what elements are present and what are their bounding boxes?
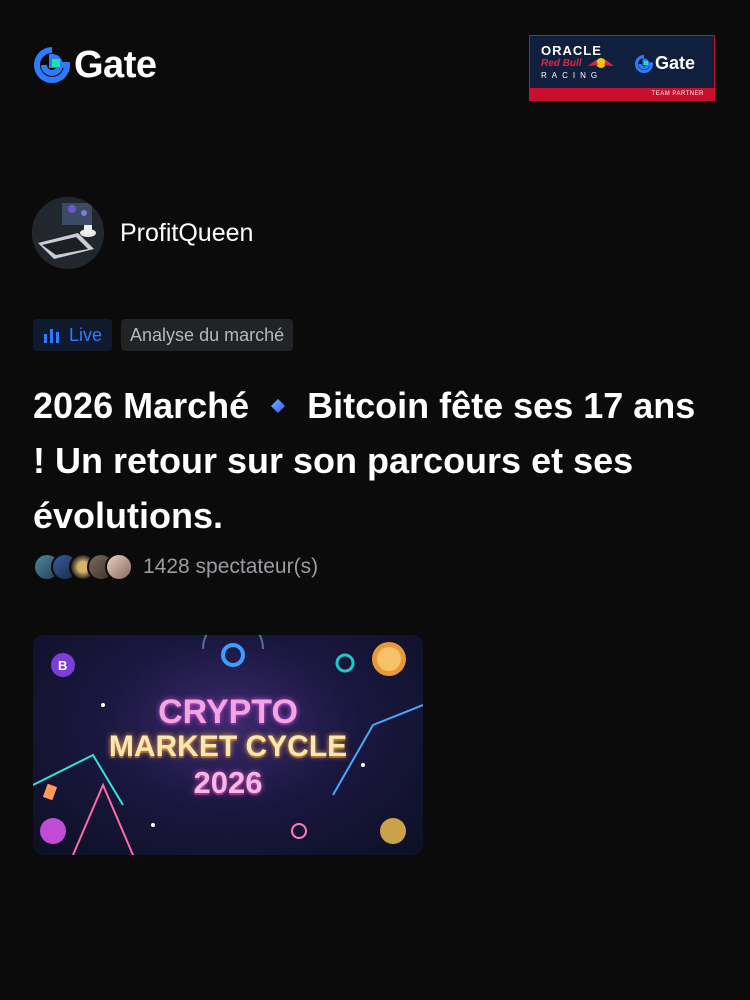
topic-tag[interactable]: Analyse du marché <box>121 319 294 351</box>
thumbnail-title-line2: MARKET CYCLE <box>108 730 348 763</box>
topic-tag-label: Analyse du marché <box>130 324 285 345</box>
gate-logo-icon <box>635 54 653 73</box>
partner-redbull-text: Red Bull <box>541 58 582 69</box>
live-tag-label: Live <box>69 324 103 345</box>
thumbnail-title-line1: CRYPTO <box>158 693 298 731</box>
partner-footer: TEAM PARTNER <box>530 88 714 100</box>
viewers-count: 1428 spectateur(s) <box>143 555 319 578</box>
diamond-icon <box>271 399 286 414</box>
partner-gate-text: Gate <box>655 53 696 73</box>
red-bull-icon <box>588 58 614 68</box>
partner-racing-text: RACING <box>541 71 603 80</box>
post-title[interactable]: 2026 Marché Bitcoin fête ses 17 ans ! Un … <box>33 378 703 543</box>
viewer-avatar <box>105 553 133 581</box>
thumbnail-title-line3: 2026 <box>193 765 263 800</box>
post-title-part1: 2026 Marché <box>33 385 250 426</box>
viewers-row: 1428 spectateur(s) <box>33 553 318 581</box>
gate-logo-icon <box>34 47 70 83</box>
live-tag[interactable]: Live <box>33 319 113 351</box>
gate-logo[interactable]: Gate <box>34 44 157 86</box>
post-thumbnail[interactable]: B CRYPTO MARKET CYCLE 2026 <box>33 635 423 855</box>
partner-gate-logo: Gate <box>635 53 695 74</box>
author-name[interactable]: ProfitQueen <box>120 219 253 248</box>
svg-text:B: B <box>58 658 67 673</box>
author-avatar[interactable] <box>32 197 104 269</box>
post-tags: Live Analyse du marché <box>33 319 294 351</box>
gate-logo-text: Gate <box>74 44 157 86</box>
avatar-image <box>32 197 104 269</box>
live-chart-icon <box>44 329 59 343</box>
viewer-avatars <box>33 553 133 581</box>
author-info[interactable]: ProfitQueen <box>32 197 253 269</box>
team-partner-badge: ORACLE Red Bull RACING Gate TEAM PARTNER <box>529 35 715 101</box>
